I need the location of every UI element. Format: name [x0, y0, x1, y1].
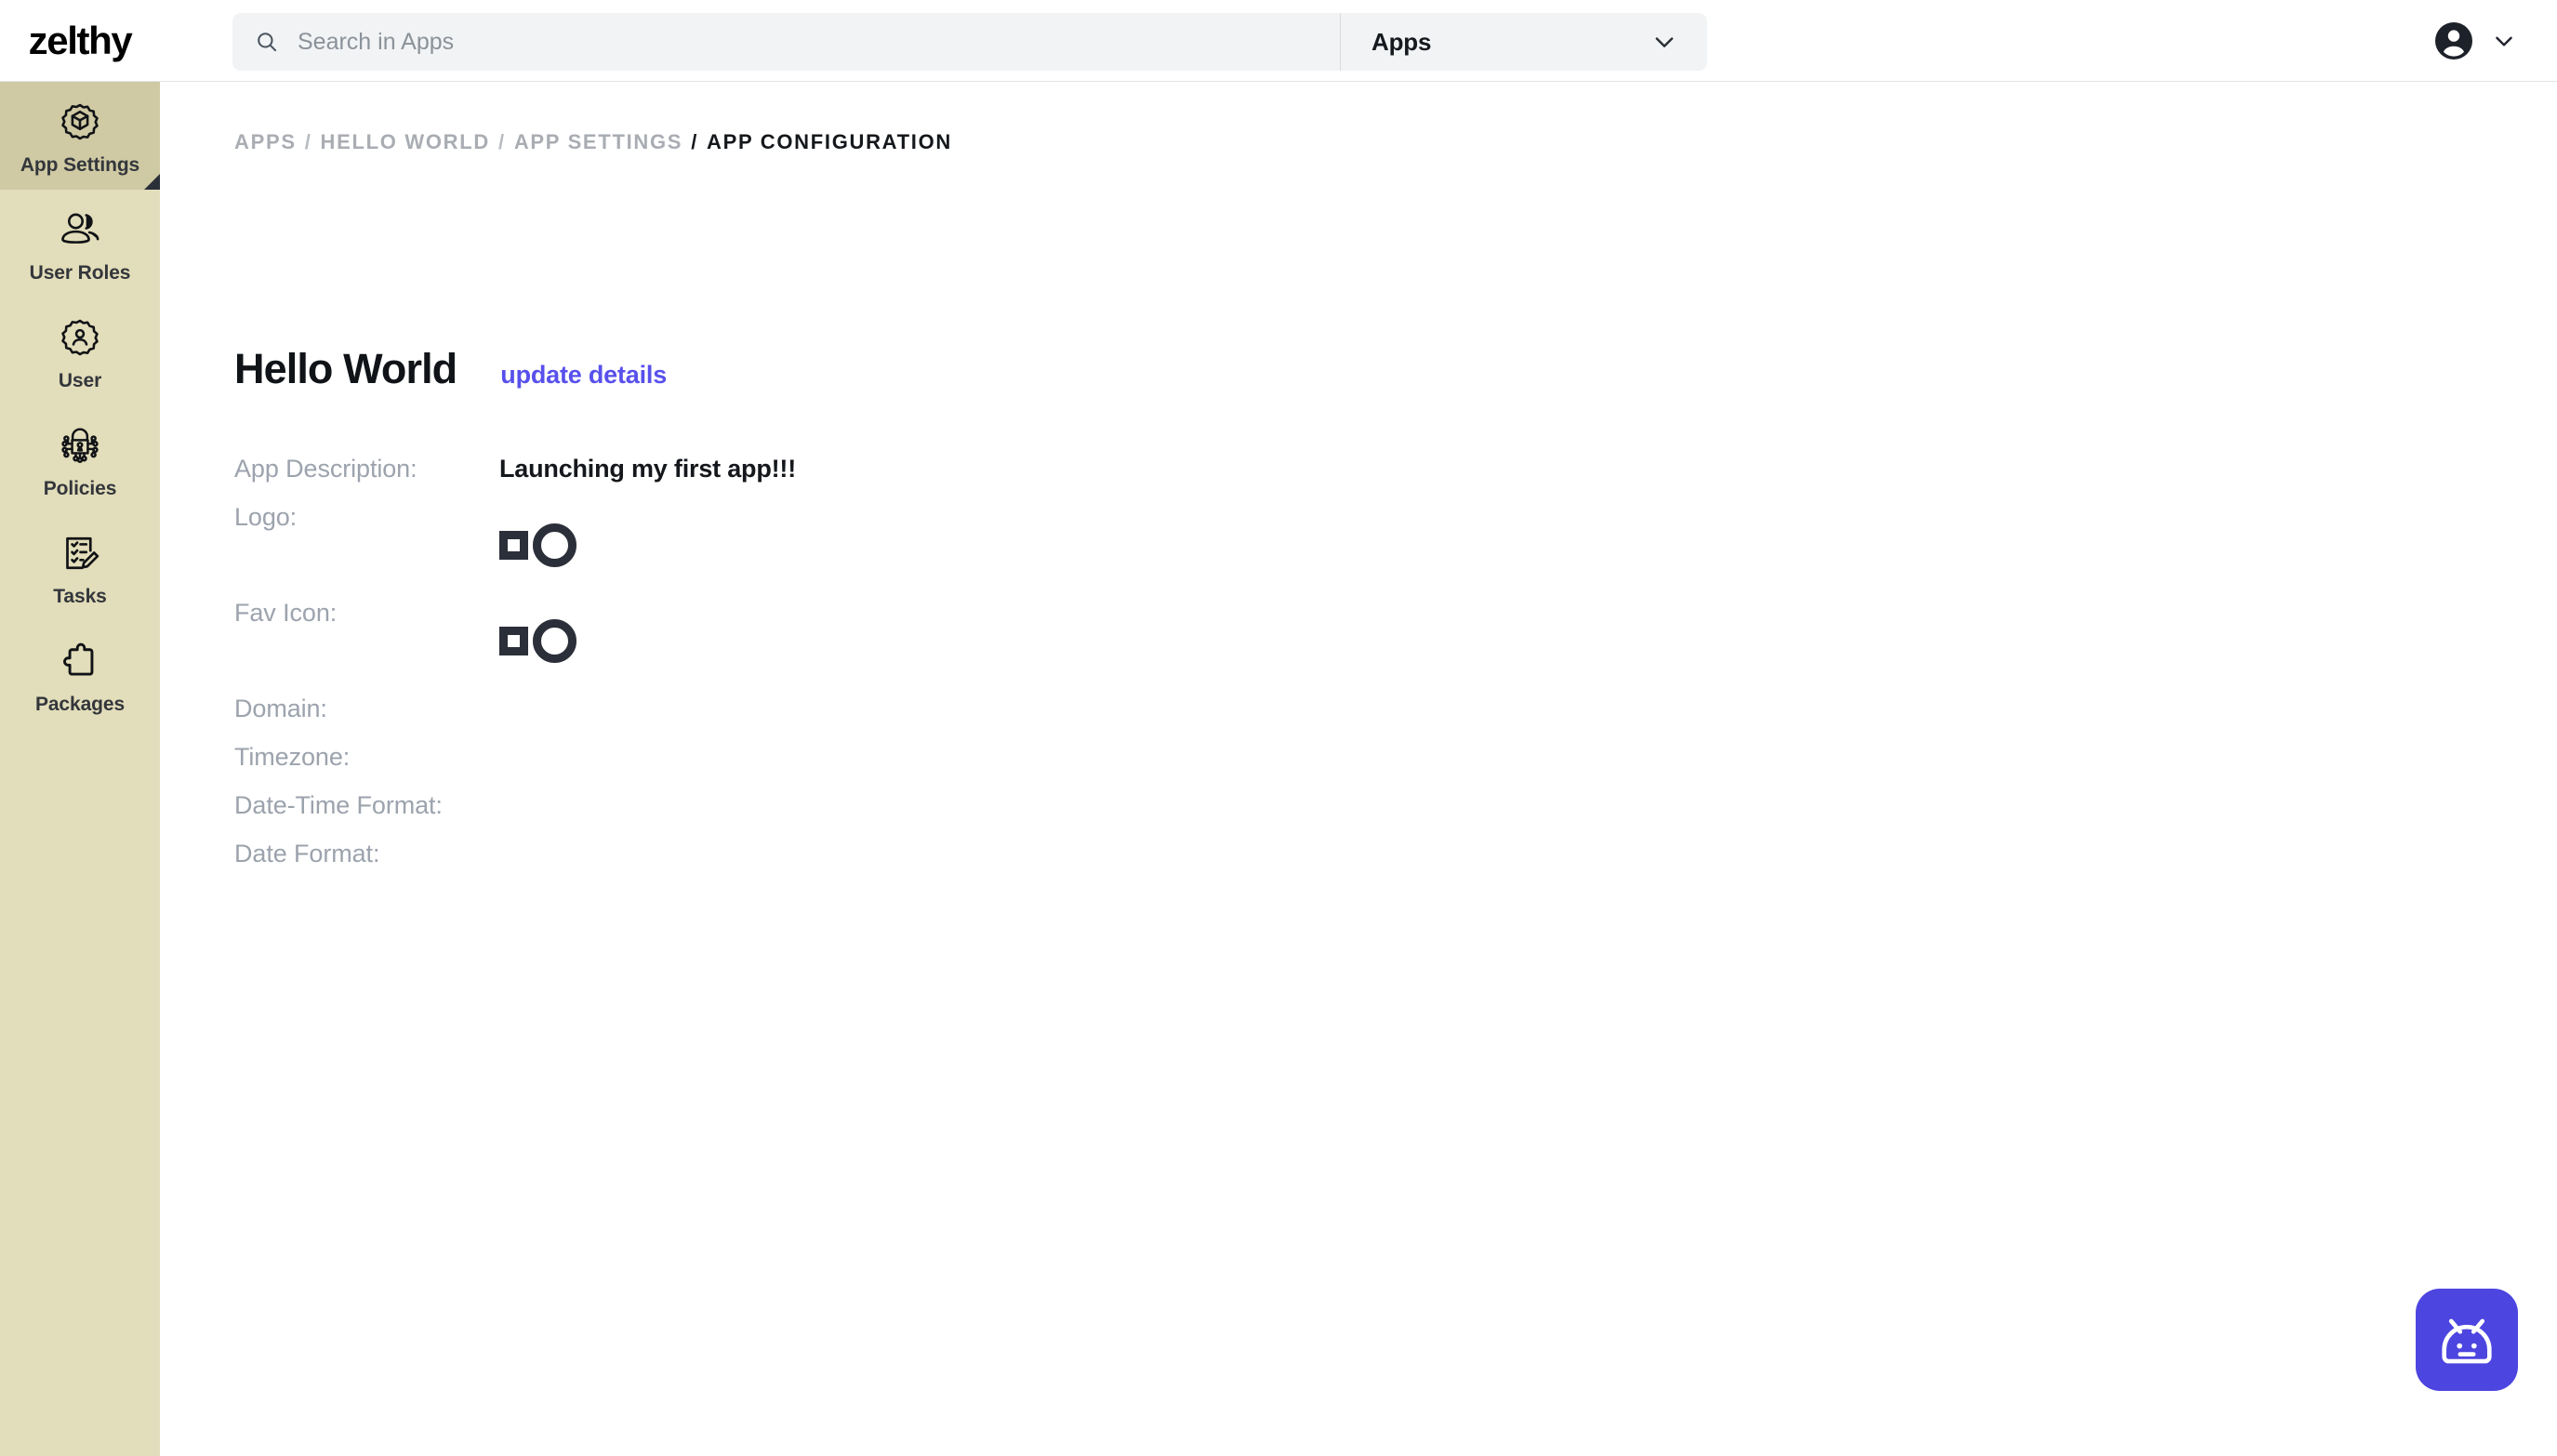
broken-image-circle-icon: [533, 523, 576, 567]
sidebar-item-label: Packages: [34, 694, 126, 715]
field-logo: Logo:: [234, 493, 1536, 589]
field-value: [499, 589, 1536, 684]
field-domain: Domain:: [234, 684, 1536, 733]
field-date-format: Date Format:: [234, 829, 1536, 878]
sidebar-item-user[interactable]: User: [0, 298, 160, 405]
profile-menu-button[interactable]: [2431, 0, 2516, 82]
fav-icon-image-placeholder: [499, 589, 1536, 684]
logo-image-placeholder: [499, 493, 1536, 589]
top-header: zelthy Apps: [0, 0, 2557, 82]
robot-bot-icon: [2433, 1306, 2500, 1373]
sidebar-item-label: Policies: [43, 478, 117, 499]
field-value: Launching my first app!!!: [499, 455, 797, 483]
users-icon: [55, 205, 105, 255]
policy-lock-icon: [55, 420, 105, 470]
page-title-row: Hello World update details: [234, 348, 667, 390]
search-field[interactable]: [232, 13, 1340, 71]
broken-image-square-icon: [499, 627, 528, 655]
field-date-time-format: Date-Time Format:: [234, 781, 1536, 829]
field-label: Logo:: [234, 503, 298, 531]
brand-logo[interactable]: zelthy: [0, 19, 160, 63]
tasks-checklist-icon: [55, 528, 105, 578]
search-scope-select[interactable]: Apps: [1340, 13, 1707, 71]
sidebar: App Settings User Roles User Policies Ta…: [0, 82, 160, 1456]
chevron-down-icon: [2492, 29, 2516, 53]
sidebar-item-label: App Settings: [20, 154, 140, 176]
breadcrumb-separator: /: [691, 130, 698, 153]
field-label: App Description:: [234, 455, 417, 483]
field-value: [499, 781, 1536, 829]
field-label: Date-Time Format:: [234, 791, 443, 819]
field-fav-icon: Fav Icon:: [234, 589, 1536, 684]
gear-cube-icon: [55, 97, 105, 147]
field-label: Domain:: [234, 695, 327, 722]
search-input[interactable]: [298, 28, 1340, 56]
field-label: Timezone:: [234, 743, 351, 771]
sidebar-item-app-settings[interactable]: App Settings: [0, 82, 160, 190]
chevron-down-icon: [1651, 29, 1677, 55]
account-circle-icon: [2431, 19, 2476, 63]
breadcrumb-item-apps[interactable]: APPS: [234, 130, 297, 154]
search-icon: [255, 30, 279, 54]
sidebar-item-policies[interactable]: Policies: [0, 405, 160, 513]
field-value: [499, 733, 1536, 781]
field-timezone: Timezone:: [234, 733, 1536, 781]
breadcrumb-item-app-settings[interactable]: APP SETTINGS: [514, 130, 682, 154]
breadcrumb-item-hello-world[interactable]: HELLO WORLD: [321, 130, 490, 154]
main-content: APPS / HELLO WORLD / APP SETTINGS / APP …: [160, 82, 2557, 1456]
field-app-description: App Description: Launching my first app!…: [234, 444, 1536, 493]
broken-image-square-icon: [499, 531, 528, 560]
sidebar-item-tasks[interactable]: Tasks: [0, 513, 160, 621]
breadcrumb-separator: /: [304, 130, 312, 153]
gear-user-icon: [55, 312, 105, 363]
chat-assistant-button[interactable]: [2416, 1289, 2518, 1391]
sidebar-item-label: User Roles: [29, 262, 131, 284]
sidebar-item-label: User: [58, 370, 102, 391]
field-label: Fav Icon:: [234, 599, 338, 627]
field-value: [499, 684, 1536, 733]
page-title: Hello World: [234, 345, 457, 392]
update-details-link[interactable]: update details: [500, 361, 667, 390]
broken-image-circle-icon: [533, 619, 576, 663]
breadcrumb-item-app-configuration: APP CONFIGURATION: [707, 130, 952, 153]
sidebar-item-packages[interactable]: Packages: [0, 621, 160, 729]
field-label: Date Format:: [234, 840, 380, 867]
puzzle-piece-icon: [55, 636, 105, 686]
app-configuration-details: App Description: Launching my first app!…: [234, 444, 1536, 878]
breadcrumb: APPS / HELLO WORLD / APP SETTINGS / APP …: [234, 130, 952, 154]
field-value: [499, 829, 1536, 878]
search-bar: Apps: [232, 13, 1707, 71]
search-scope-label: Apps: [1371, 27, 1432, 56]
sidebar-item-user-roles[interactable]: User Roles: [0, 190, 160, 298]
sidebar-item-label: Tasks: [53, 586, 107, 607]
breadcrumb-separator: /: [498, 130, 506, 153]
field-value: [499, 493, 1536, 589]
